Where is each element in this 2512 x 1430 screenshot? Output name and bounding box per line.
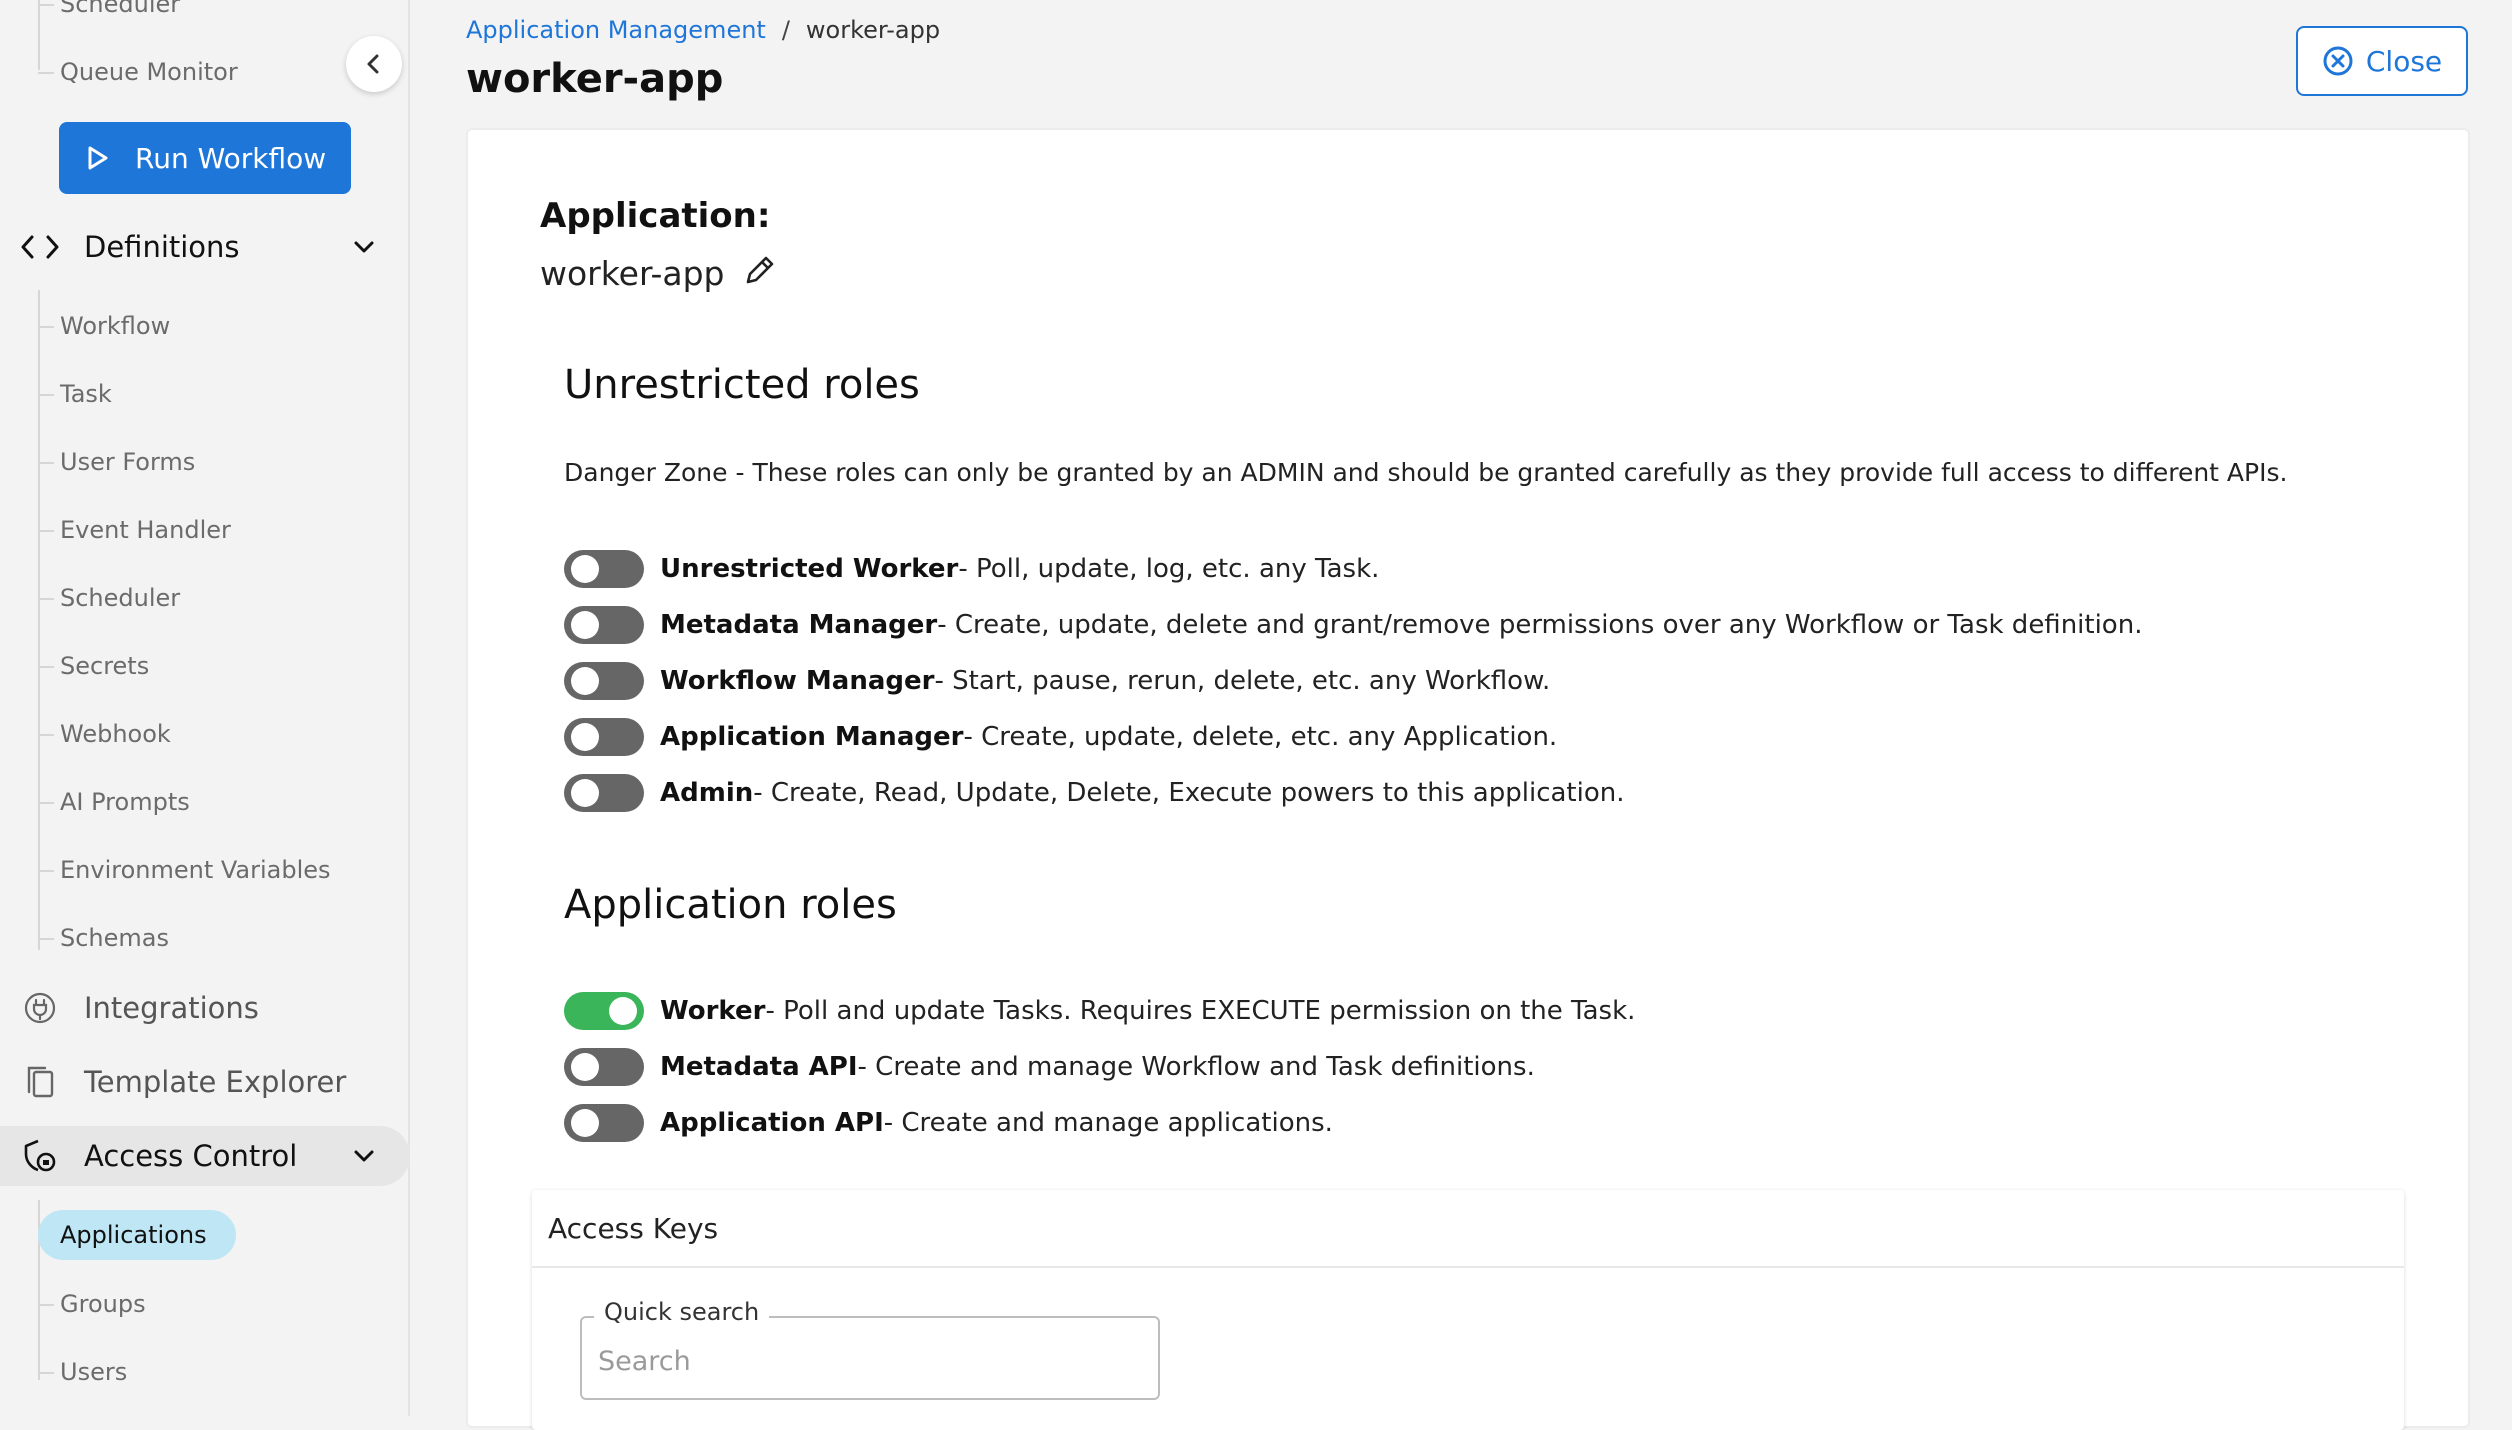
role-name: Unrestricted Worker (660, 554, 959, 584)
tree-line (38, 290, 40, 950)
role-name: Workflow Manager (660, 666, 935, 696)
shield-lock-icon (20, 1138, 60, 1174)
toggle-application-api[interactable] (564, 1104, 644, 1142)
sidebar-section-definitions[interactable]: Definitions (0, 217, 410, 277)
role-description: - Create, update, delete, etc. any Appli… (963, 722, 1558, 752)
tree-line (38, 0, 40, 70)
toggle-unrestricted-worker[interactable] (564, 550, 644, 588)
plug-icon (20, 990, 60, 1026)
breadcrumb-current: worker-app (805, 16, 941, 44)
toggle-worker[interactable] (564, 992, 644, 1030)
application-label: Application: (540, 196, 771, 236)
sidebar-section-access-control[interactable]: Access Control (0, 1126, 410, 1186)
access-keys-title: Access Keys (548, 1212, 719, 1245)
role-metadata-manager: Metadata Manager - Create, update, delet… (564, 605, 2142, 645)
quick-search-field[interactable]: Quick search (580, 1298, 1160, 1400)
definitions-label: Definitions (84, 230, 240, 264)
role-description: - Poll and update Tasks. Requires EXECUT… (765, 996, 1636, 1026)
quick-search-label: Quick search (594, 1298, 770, 1326)
unrestricted-roles-title: Unrestricted roles (564, 362, 920, 408)
sidebar-item-scheduler[interactable]: Scheduler (37, 582, 180, 614)
role-description: - Create and manage applications. (883, 1108, 1333, 1138)
breadcrumb-separator: / (781, 16, 790, 44)
chevron-down-icon (352, 1144, 376, 1172)
sidebar-item-users[interactable]: Users (37, 1356, 127, 1388)
sidebar-item-secrets[interactable]: Secrets (37, 650, 149, 682)
application-name: worker-app (540, 254, 725, 293)
close-button[interactable]: Close (2296, 26, 2468, 96)
role-name: Metadata API (660, 1052, 858, 1082)
close-circle-icon (2323, 46, 2353, 76)
breadcrumb-parent-link[interactable]: Application Management (466, 16, 766, 44)
role-workflow-manager: Workflow Manager - Start, pause, rerun, … (564, 661, 1550, 701)
role-description: - Create, Read, Update, Delete, Execute … (753, 778, 1625, 808)
sidebar-item-task[interactable]: Task (38, 378, 112, 410)
role-description: - Create and manage Workflow and Task de… (857, 1052, 1535, 1082)
toggle-knob (571, 555, 599, 583)
toggle-knob (571, 667, 599, 695)
toggle-knob (571, 723, 599, 751)
toggle-metadata-manager[interactable] (564, 606, 644, 644)
chevron-down-icon (352, 235, 376, 263)
sidebar-item-event-handler[interactable]: Event Handler (38, 514, 231, 546)
sidebar-section-template-explorer[interactable]: Template Explorer (0, 1052, 410, 1112)
role-name: Application Manager (660, 722, 964, 752)
toggle-metadata-api[interactable] (564, 1048, 644, 1086)
role-name: Admin (660, 778, 754, 808)
close-label: Close (2365, 44, 2443, 78)
sidebar-item-groups[interactable]: Groups (38, 1288, 146, 1320)
application-roles-title: Application roles (564, 882, 897, 928)
danger-zone-text: Danger Zone - These roles can only be gr… (564, 458, 2288, 487)
toggle-knob (609, 997, 637, 1025)
chevron-left-icon (367, 54, 379, 74)
copy-icon (20, 1064, 60, 1100)
breadcrumb: Application Management / worker-app (466, 16, 940, 44)
role-description: - Create, update, delete and grant/remov… (937, 610, 2143, 640)
collapse-sidebar-button[interactable] (346, 36, 402, 92)
sidebar-item-applications[interactable]: Applications (38, 1210, 236, 1260)
role-name: Application API (660, 1108, 884, 1138)
toggle-application-manager[interactable] (564, 718, 644, 756)
role-name: Worker (660, 996, 766, 1026)
sidebar-item-webhook[interactable]: Webhook (38, 718, 171, 750)
sidebar-item-workflow[interactable]: Workflow (37, 310, 170, 342)
play-icon (88, 146, 108, 170)
sidebar-item-environment-variables[interactable]: Environment Variables (38, 854, 331, 886)
access-control-label: Access Control (84, 1139, 298, 1173)
sidebar: Scheduler Queue Monitor Run Workflow Def… (0, 0, 410, 1416)
toggle-knob (571, 1053, 599, 1081)
integrations-label: Integrations (84, 991, 259, 1025)
edit-icon[interactable] (740, 250, 780, 294)
sidebar-item-scheduler-top[interactable]: Scheduler (37, 0, 180, 20)
run-workflow-label: Run Workflow (135, 141, 327, 175)
access-keys-panel: Access Keys Quick search (532, 1190, 2404, 1430)
toggle-workflow-manager[interactable] (564, 662, 644, 700)
role-name: Metadata Manager (660, 610, 938, 640)
sidebar-item-user-forms[interactable]: User Forms (37, 446, 195, 478)
sidebar-item-queue-monitor[interactable]: Queue Monitor (38, 56, 238, 88)
toggle-knob (571, 1109, 599, 1137)
role-worker: Worker - Poll and update Tasks. Requires… (564, 991, 1635, 1031)
run-workflow-button[interactable]: Run Workflow (59, 122, 351, 194)
search-input[interactable] (596, 1340, 1140, 1382)
sidebar-item-schemas[interactable]: Schemas (38, 922, 169, 954)
template-explorer-label: Template Explorer (84, 1065, 347, 1099)
role-application-manager: Application Manager - Create, update, de… (564, 717, 1557, 757)
toggle-knob (571, 779, 599, 807)
role-description: - Start, pause, rerun, delete, etc. any … (934, 666, 1551, 696)
role-metadata-api: Metadata API - Create and manage Workflo… (564, 1047, 1535, 1087)
divider (532, 1266, 2404, 1268)
toggle-admin[interactable] (564, 774, 644, 812)
role-description: - Poll, update, log, etc. any Task. (958, 554, 1380, 584)
page-title: worker-app (466, 56, 724, 102)
code-icon (20, 229, 60, 265)
toggle-knob (571, 611, 599, 639)
sidebar-item-ai-prompts[interactable]: AI Prompts (38, 786, 190, 818)
role-application-api: Application API - Create and manage appl… (564, 1103, 1333, 1143)
role-admin: Admin - Create, Read, Update, Delete, Ex… (564, 773, 1625, 813)
sidebar-section-integrations[interactable]: Integrations (0, 978, 410, 1038)
role-unrestricted-worker: Unrestricted Worker - Poll, update, log,… (564, 549, 1379, 589)
